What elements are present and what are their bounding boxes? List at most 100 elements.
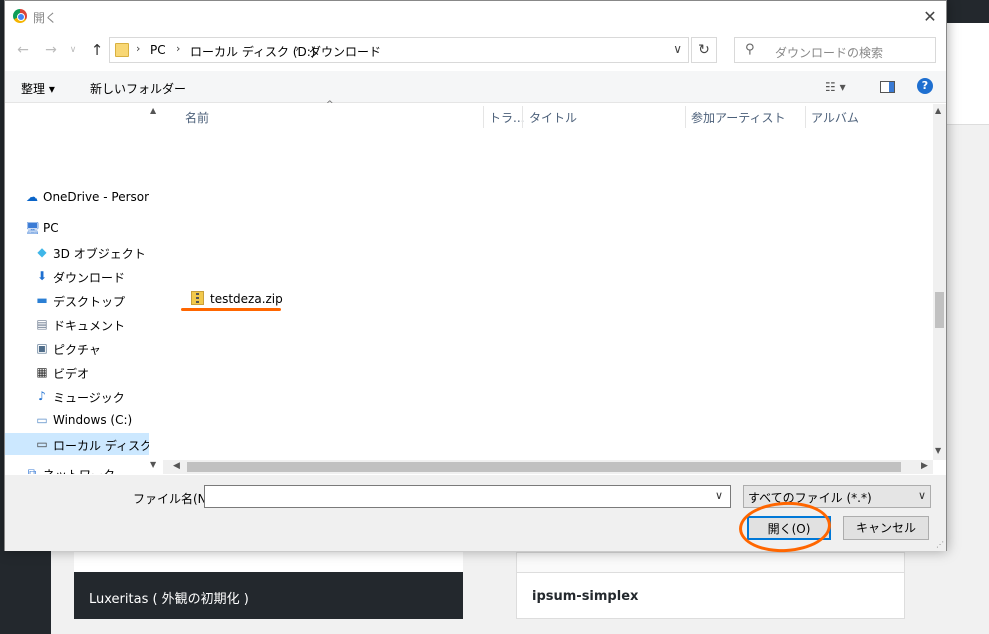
help-icon[interactable]: ? — [917, 78, 933, 94]
sidebar-item-label: ビデオ — [53, 367, 90, 381]
scroll-down-icon[interactable]: ▼ — [935, 446, 941, 455]
sidebar-item-label: ローカル ディスク (D:) — [53, 439, 149, 453]
sidebar-item-label: ミュージック — [53, 391, 125, 405]
sidebar-item-label: 3D オブジェクト — [53, 247, 146, 261]
theme-thumbnail — [74, 552, 463, 572]
sidebar-item-label: ピクチャ — [53, 343, 101, 357]
new-folder-button[interactable]: 新しいフォルダー — [90, 80, 186, 97]
computer-icon: 🖥 — [25, 221, 41, 235]
sidebar-item[interactable]: ☁ OneDrive - Personal — [5, 186, 149, 208]
horizontal-scrollbar[interactable]: ◀ ▶ — [163, 460, 933, 474]
sidebar-item[interactable]: ▦ ビデオ — [5, 361, 149, 383]
sidebar-item-label: PC — [43, 221, 59, 235]
sidebar-item[interactable]: ▣ ピクチャ — [5, 337, 149, 359]
filename-input[interactable] — [204, 485, 731, 508]
search-placeholder: ダウンロードの検索 — [775, 46, 884, 60]
command-bar: 整理 ▾ 新しいフォルダー ☷ ▾ ? — [5, 71, 946, 103]
recent-locations-chevron-icon[interactable]: ∨ — [63, 41, 83, 59]
sidebar-item-label: ネットワーク — [43, 466, 115, 474]
download-icon: ⬇ — [36, 269, 48, 283]
column-divider[interactable] — [483, 106, 484, 128]
file-name[interactable]: testdeza.zip — [210, 292, 283, 306]
dialog-title: 開く — [33, 11, 58, 25]
vertical-scrollbar[interactable]: ▲ ▼ — [933, 104, 946, 460]
video-icon: ▦ — [36, 365, 48, 379]
cancel-button[interactable]: キャンセル — [843, 516, 929, 540]
theme-card-ipsum-simplex[interactable]: ipsum-simplex — [516, 552, 905, 619]
chevron-down-icon[interactable]: ∨ — [715, 489, 723, 502]
sidebar-item-label: Windows (C:) — [53, 413, 133, 427]
column-track[interactable]: トラ... — [489, 109, 524, 126]
sidebar-item[interactable]: ⬇ ダウンロード — [5, 265, 149, 287]
theme-card-luxeritas[interactable]: Luxeritas ( 外観の初期化 ) — [74, 552, 463, 619]
drive-icon: ▭ — [36, 437, 48, 451]
scroll-up-icon[interactable]: ▲ — [935, 106, 941, 115]
sidebar-item[interactable]: ▤ ドキュメント — [5, 313, 149, 335]
column-divider[interactable] — [685, 106, 686, 128]
column-artists[interactable]: 参加アーティスト — [691, 109, 786, 126]
navigation-bar: ← → ∨ ↑ › PC › ローカル ディスク (D:) › ダウンロード ∨… — [5, 33, 946, 67]
chevron-down-icon[interactable]: ∨ — [673, 42, 682, 56]
sidebar-item[interactable]: ⧉ ネットワーク — [5, 462, 149, 474]
scroll-right-icon[interactable]: ▶ — [921, 461, 928, 471]
up-arrow-icon[interactable]: ↑ — [87, 41, 107, 59]
scroll-down-icon[interactable]: ▼ — [150, 460, 156, 469]
sidebar-item[interactable]: ◆ 3D オブジェクト — [5, 241, 149, 263]
chevron-down-icon[interactable]: ∨ — [918, 489, 926, 502]
chevron-right-icon[interactable]: › — [176, 42, 180, 55]
breadcrumb-downloads[interactable]: ダウンロード — [309, 43, 381, 60]
annotation-underline — [181, 308, 281, 311]
organize-button[interactable]: 整理 ▾ — [21, 80, 55, 97]
chevron-right-icon[interactable]: › — [295, 42, 299, 55]
search-input[interactable]: ⚲ ダウンロードの検索 — [734, 37, 936, 63]
chrome-icon — [13, 9, 27, 23]
theme-name: Luxeritas ( 外観の初期化 ) — [89, 592, 249, 607]
column-name[interactable]: 名前 — [185, 109, 209, 126]
column-title[interactable]: タイトル — [529, 109, 577, 126]
sidebar-item[interactable]: ▭ Windows (C:) — [5, 409, 149, 431]
theme-thumbnail — [517, 553, 904, 573]
sidebar-item[interactable]: ▬ デスクトップ — [5, 289, 149, 311]
scroll-left-icon[interactable]: ◀ — [173, 461, 180, 471]
breadcrumb-pc[interactable]: PC — [150, 43, 166, 57]
network-icon: ⧉ — [27, 466, 37, 474]
cube-icon: ◆ — [37, 245, 47, 259]
title-bar[interactable]: 開く ✕ — [5, 1, 946, 31]
scrollbar-thumb[interactable] — [935, 292, 944, 328]
sidebar-item-label: ダウンロード — [53, 271, 126, 285]
search-icon: ⚲ — [745, 42, 755, 57]
admin-topbar — [946, 0, 989, 23]
sidebar-item-label: ドキュメント — [53, 319, 126, 333]
scroll-up-icon[interactable]: ▲ — [150, 106, 156, 115]
sidebar-item[interactable]: ♪ ミュージック — [5, 385, 149, 407]
picture-icon: ▣ — [36, 341, 48, 355]
address-bar[interactable]: › PC › ローカル ディスク (D:) › ダウンロード ∨ — [109, 37, 689, 63]
music-icon: ♪ — [38, 389, 46, 403]
column-album[interactable]: アルバム — [811, 109, 859, 126]
column-divider[interactable] — [805, 106, 806, 128]
forward-arrow-icon[interactable]: → — [41, 41, 61, 59]
admin-header — [946, 23, 989, 125]
sidebar-item[interactable]: ▭ ローカル ディスク (D:) — [5, 433, 149, 455]
cloud-icon: ☁ — [26, 190, 38, 204]
sidebar-item-label: OneDrive - Personal — [43, 190, 149, 204]
view-options-icon[interactable]: ☷ ▾ — [825, 80, 846, 94]
open-file-dialog: 開く ✕ ← → ∨ ↑ › PC › ローカル ディスク (D:) › ダウン… — [4, 0, 947, 551]
navigation-pane: ▲ ▼ ☁ OneDrive - Personal 🖥PC ◆ 3D オブジェクト ⬇ ダウ… — [5, 104, 162, 474]
sidebar-item[interactable]: 🖥 PC — [5, 217, 149, 239]
navpane-scrollbar[interactable]: ▲ ▼ — [149, 104, 162, 474]
preview-pane-icon[interactable] — [880, 81, 895, 93]
desktop-icon: ▬ — [36, 293, 48, 307]
folder-icon — [115, 43, 129, 57]
resize-grip-icon[interactable]: ⋰ — [936, 540, 944, 549]
theme-name: ipsum-simplex — [532, 589, 639, 604]
document-icon: ▤ — [36, 317, 48, 331]
scrollbar-thumb[interactable] — [187, 462, 901, 472]
file-list: ^ 名前 トラ... タイトル 参加アーティスト アルバム testdeza.z… — [163, 100, 946, 474]
column-divider[interactable] — [522, 106, 523, 128]
sidebar-item-label: デスクトップ — [53, 295, 126, 309]
close-button[interactable]: ✕ — [914, 1, 946, 31]
refresh-icon[interactable]: ↻ — [691, 37, 717, 63]
back-arrow-icon[interactable]: ← — [13, 41, 33, 59]
chevron-right-icon[interactable]: › — [136, 42, 140, 55]
